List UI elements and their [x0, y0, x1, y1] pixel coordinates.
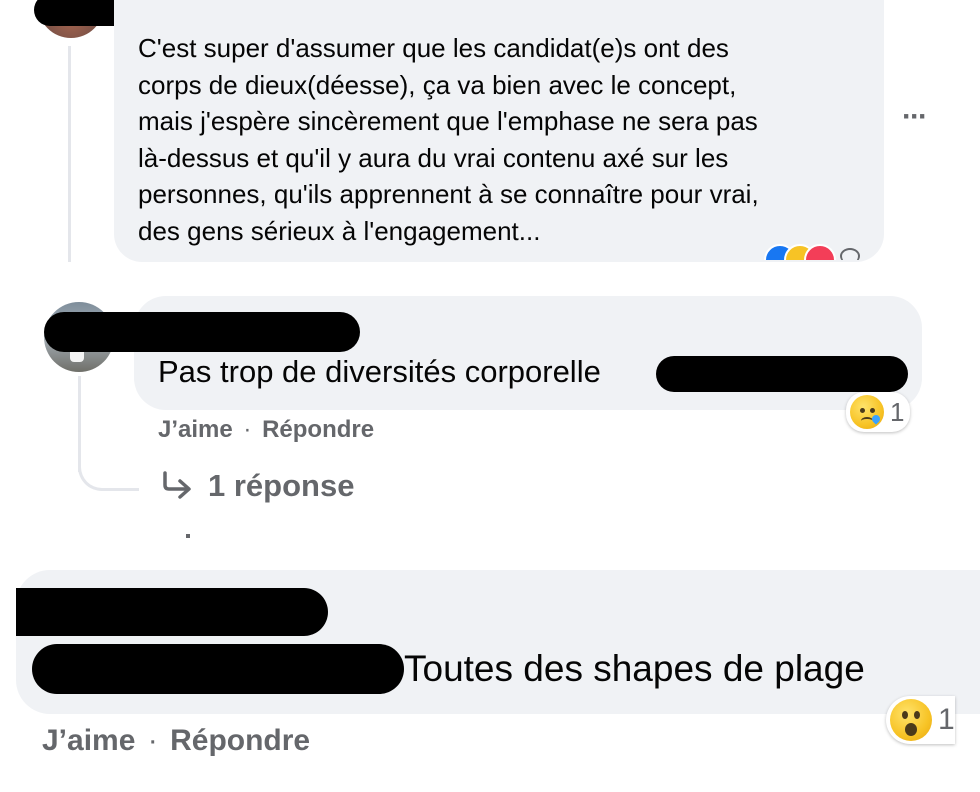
wow-face-icon — [890, 699, 932, 741]
comment-2-reaction-count: 1 — [890, 396, 905, 427]
comment-2-view-replies-button[interactable]: 1 réponse — [160, 468, 354, 504]
comment-2-text-redacted — [656, 356, 908, 392]
comment-1-text: C'est super d'assumer que les candidat(e… — [138, 33, 759, 246]
comment-1-reactions[interactable] — [764, 244, 874, 260]
comment-3-text-redacted — [32, 644, 404, 694]
comment-2-like-button[interactable]: J’aime — [158, 416, 233, 443]
comment-2-reply-button[interactable]: Répondre — [262, 416, 374, 443]
reply-arrow-icon — [163, 471, 191, 499]
comment-2-author-redacted — [44, 312, 360, 352]
comment-2-reaction-pill[interactable]: 1 — [846, 392, 911, 432]
comment-1-more-options-button[interactable]: ··· — [902, 100, 928, 134]
sad-face-icon — [850, 395, 884, 429]
comment-2-separator: · — [243, 416, 252, 443]
comment-2-replies-label: 1 réponse — [208, 468, 355, 503]
comment-3-author-redacted — [16, 588, 328, 636]
comment-3-like-button[interactable]: J’aime — [42, 724, 135, 757]
comment-3-reaction-count: 1 — [938, 703, 955, 736]
comment-3-reaction-pill[interactable]: 1 — [886, 696, 955, 744]
comment-1-thread-line — [68, 46, 71, 262]
comment-1-bubble: C'est super d'assumer que les candidat(e… — [114, 0, 884, 262]
stray-dot — [186, 534, 190, 538]
comment-2-actions: J’aime · Répondre — [158, 416, 374, 444]
comment-2-thread-curve — [78, 442, 139, 491]
comment-3-separator: · — [147, 724, 158, 757]
comment-3-actions: J’aime · Répondre — [42, 724, 310, 758]
comment-3-text: Toutes des shapes de plage — [404, 648, 865, 689]
comment-2-text: Pas trop de diversités corporelle — [158, 354, 601, 389]
comment-3-reply-button[interactable]: Répondre — [170, 724, 310, 757]
